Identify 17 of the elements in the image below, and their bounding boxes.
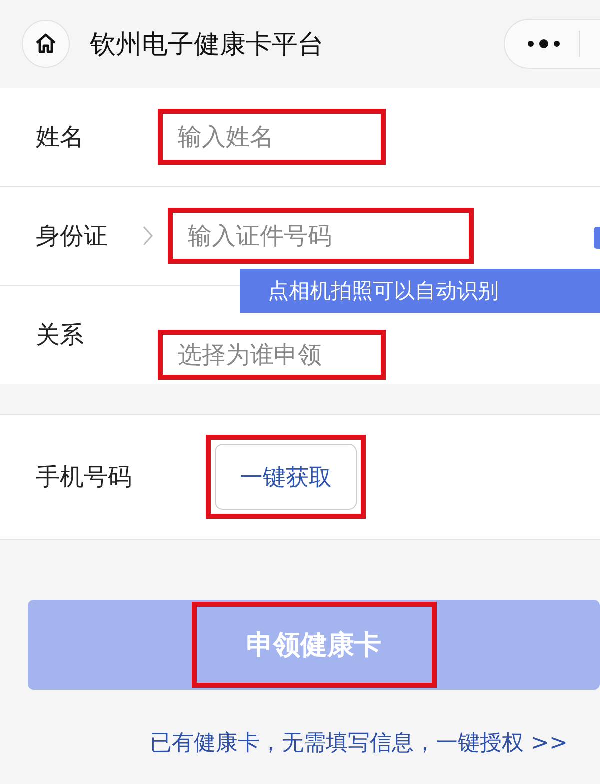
tooltip: 点相机拍照可以自动识别 xyxy=(240,269,600,313)
input-field[interactable]: 选择为谁申领 xyxy=(158,330,386,380)
field-label: 手机号码 xyxy=(36,462,133,493)
camera-button[interactable] xyxy=(594,227,600,249)
home-icon xyxy=(34,32,58,56)
page-title: 钦州电子健康卡平台 xyxy=(90,28,325,62)
apply-label: 申领健康卡 xyxy=(192,602,436,688)
input-field[interactable]: 输入证件号码 xyxy=(168,208,474,264)
menu-capsule[interactable] xyxy=(504,19,600,69)
more-icon xyxy=(527,39,561,49)
get-phone-button[interactable]: 一键获取 xyxy=(215,444,357,510)
authorize-link[interactable]: 已有健康卡，无需填写信息，一键授权 >> xyxy=(150,728,568,758)
field-label: 姓名 xyxy=(36,122,85,153)
field-label: 关系 xyxy=(36,320,85,351)
home-button[interactable] xyxy=(22,20,70,68)
field-label: 身份证 xyxy=(36,221,109,252)
input-field[interactable]: 输入姓名 xyxy=(158,109,386,165)
